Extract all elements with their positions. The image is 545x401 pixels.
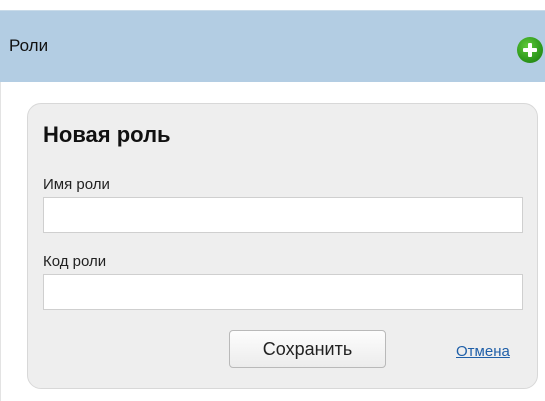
role-code-label: Код роли <box>43 253 107 270</box>
role-name-label: Имя роли <box>43 176 110 193</box>
save-button[interactable]: Сохранить <box>229 330 386 368</box>
add-role-button[interactable] <box>517 37 543 63</box>
form-title: Новая роль <box>43 122 171 147</box>
roles-panel: Роли Новая роль Имя роли Код роли Сохран… <box>0 0 545 401</box>
cancel-link[interactable]: Отмена <box>456 343 510 360</box>
role-code-input[interactable] <box>43 274 523 310</box>
panel-header: Роли <box>0 10 545 82</box>
role-name-input[interactable] <box>43 197 523 233</box>
panel-title: Роли <box>9 36 49 55</box>
new-role-form: Новая роль Имя роли Код роли Сохранить О… <box>27 103 538 389</box>
